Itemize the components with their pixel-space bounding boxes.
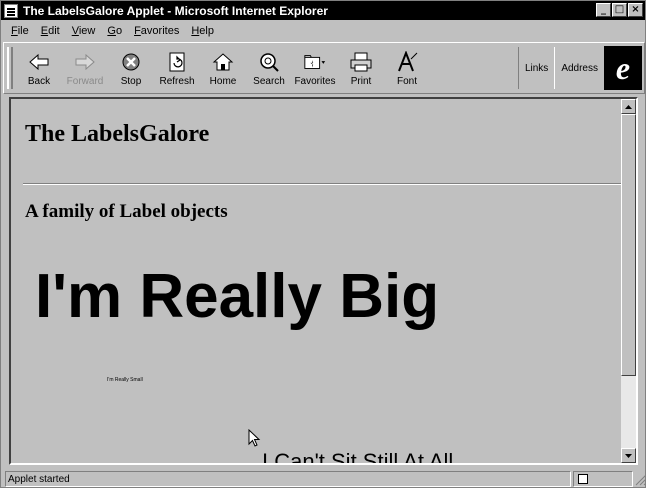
- vertical-scrollbar[interactable]: [621, 99, 636, 463]
- menu-file[interactable]: File: [5, 25, 35, 37]
- stop-button[interactable]: Stop: [108, 43, 154, 93]
- ie-logo-icon: e: [604, 46, 642, 90]
- forward-button[interactable]: Forward: [62, 43, 108, 93]
- menu-help[interactable]: Help: [185, 25, 220, 37]
- stop-label: Stop: [120, 76, 142, 87]
- refresh-button[interactable]: Refresh: [154, 43, 200, 93]
- menu-edit[interactable]: Edit: [35, 25, 66, 37]
- forward-label: Forward: [66, 76, 104, 87]
- print-label: Print: [350, 76, 372, 87]
- browser-window: The LabelsGalore Applet - Microsoft Inte…: [0, 0, 646, 488]
- print-button[interactable]: Print: [338, 43, 384, 93]
- favorites-folder-icon: [303, 51, 327, 73]
- font-button[interactable]: Font: [384, 43, 430, 93]
- menu-go[interactable]: Go: [101, 25, 128, 37]
- label-big: I'm Really Big: [35, 262, 440, 331]
- scroll-thumb[interactable]: [621, 114, 636, 376]
- search-label: Search: [253, 76, 285, 87]
- toolbar-grip[interactable]: [7, 47, 13, 89]
- printer-icon: [349, 51, 373, 73]
- favorites-label: Favorites: [294, 76, 336, 87]
- forward-arrow-icon: [73, 51, 97, 73]
- back-arrow-icon: [27, 51, 51, 73]
- favorites-button[interactable]: Favorites: [292, 43, 338, 93]
- close-button[interactable]: ×: [628, 3, 643, 17]
- refresh-icon: [165, 51, 189, 73]
- stop-icon: [119, 51, 143, 73]
- menu-favorites[interactable]: Favorites: [128, 25, 185, 37]
- window-title: The LabelsGalore Applet - Microsoft Inte…: [23, 3, 328, 18]
- status-bar: Applet started: [1, 469, 645, 487]
- page-subheading: A family of Label objects: [25, 201, 228, 222]
- font-label: Font: [396, 76, 417, 87]
- scroll-up-button[interactable]: [621, 99, 636, 114]
- status-text: Applet started: [5, 471, 571, 487]
- horizontal-rule: [23, 183, 621, 185]
- home-label: Home: [209, 76, 237, 87]
- applet-icon: [578, 474, 588, 484]
- menu-bar: File Edit View Go Favorites Help: [1, 21, 645, 41]
- resize-grip[interactable]: [633, 471, 645, 487]
- search-button[interactable]: Search: [246, 43, 292, 93]
- page-heading: The LabelsGalore: [25, 121, 210, 147]
- home-icon: [211, 51, 235, 73]
- minimize-button[interactable]: _: [596, 3, 611, 17]
- menu-view[interactable]: View: [66, 25, 102, 37]
- toolbar: Back Forward Stop Refresh Home Search Fa…: [3, 42, 645, 94]
- home-button[interactable]: Home: [200, 43, 246, 93]
- svg-text:e: e: [616, 52, 630, 84]
- document-page: The LabelsGalore A family of Label objec…: [11, 99, 621, 463]
- links-button[interactable]: Links: [517, 47, 556, 89]
- scroll-down-button[interactable]: [621, 448, 636, 463]
- title-bar[interactable]: The LabelsGalore Applet - Microsoft Inte…: [1, 1, 645, 20]
- maximize-button[interactable]: □: [612, 3, 627, 17]
- content-frame: The LabelsGalore A family of Label objec…: [9, 97, 638, 465]
- search-icon: [257, 51, 281, 73]
- refresh-label: Refresh: [159, 76, 195, 87]
- window-controls: _ □ ×: [596, 3, 643, 17]
- scroll-track[interactable]: [621, 376, 636, 448]
- back-label: Back: [27, 76, 51, 87]
- label-small: I'm Really Small: [107, 377, 143, 383]
- address-button[interactable]: Address: [555, 43, 604, 93]
- label-moving: I Can't Sit Still At All: [262, 449, 454, 463]
- mouse-pointer-icon: [248, 428, 262, 454]
- document-icon: [4, 3, 18, 18]
- font-icon: [395, 51, 419, 73]
- back-button[interactable]: Back: [16, 43, 62, 93]
- status-zone: [573, 471, 633, 487]
